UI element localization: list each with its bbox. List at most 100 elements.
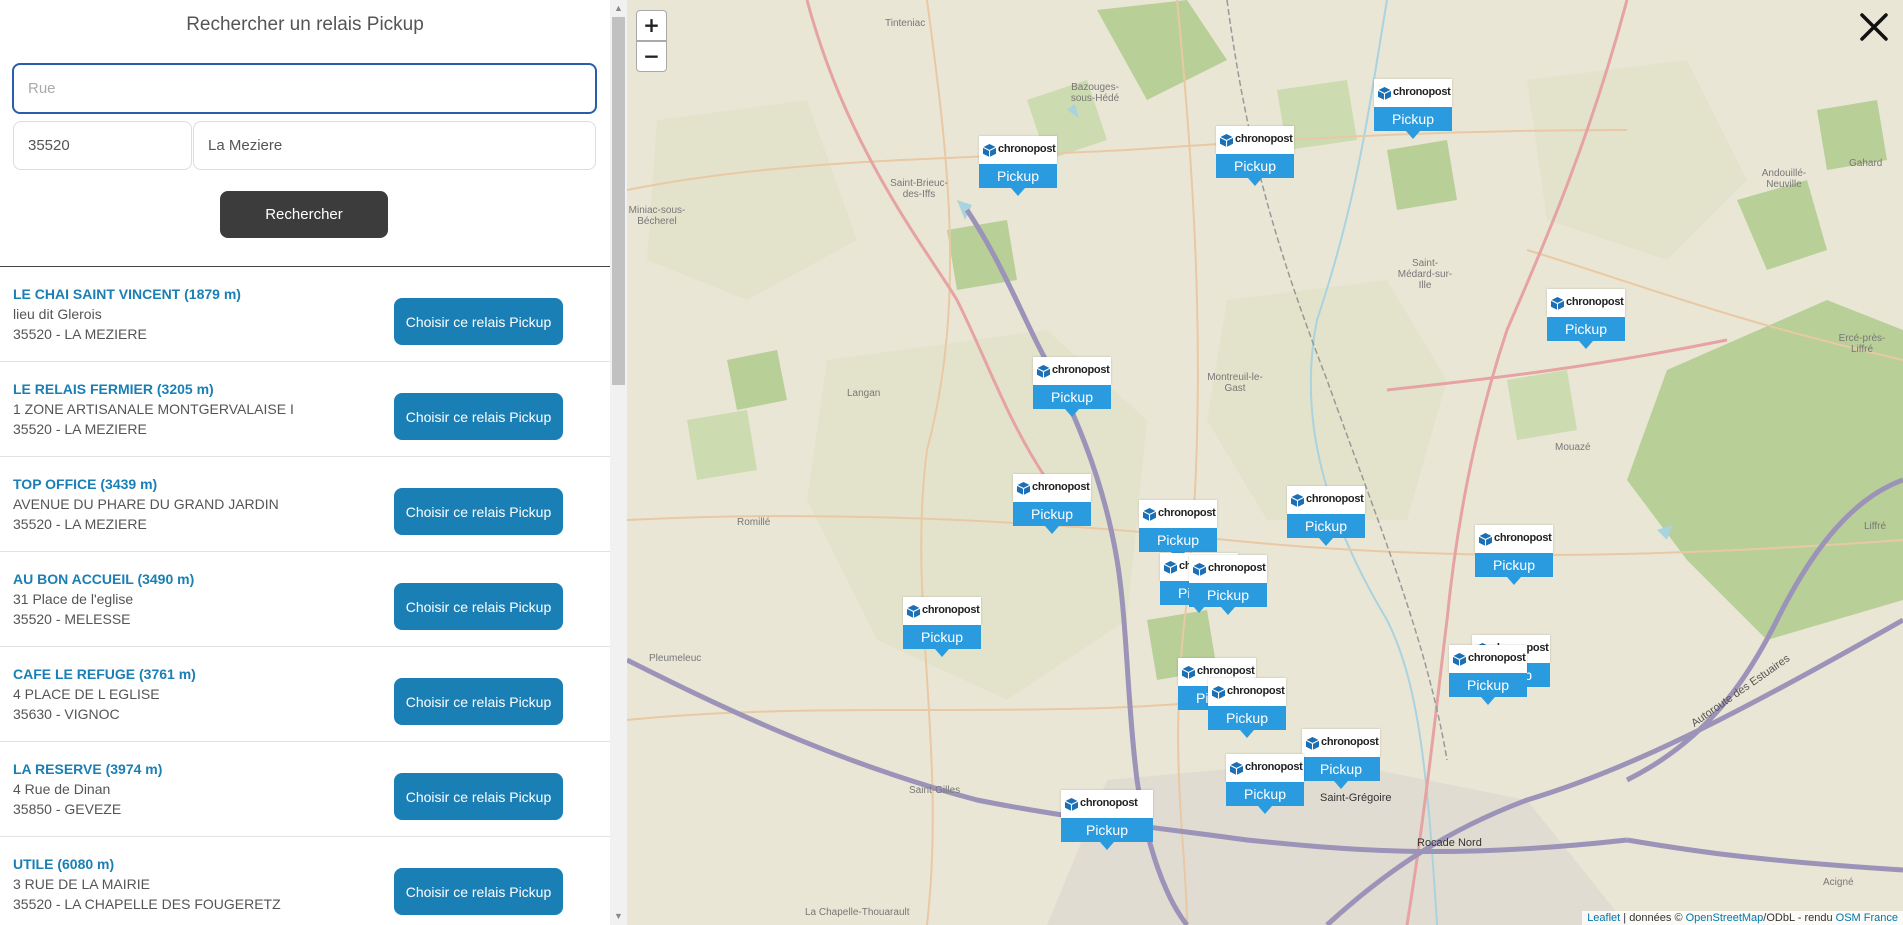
place-label: Andouillé-Neuville — [1761, 168, 1807, 190]
list-item: LE CHAI SAINT VINCENT (1879 m) lieu dit … — [0, 267, 610, 362]
pickup-marker[interactable]: chronopost Pickup — [1208, 678, 1286, 750]
cube-icon — [1212, 686, 1225, 699]
list-item: LE RELAIS FERMIER (3205 m) 1 ZONE ARTISA… — [0, 362, 610, 457]
pickup-marker[interactable]: chronopost Pickup — [979, 136, 1057, 208]
relay-city: 35520 - LA MEZIERE — [13, 326, 147, 342]
cube-icon — [1230, 762, 1243, 775]
cube-icon — [1037, 365, 1050, 378]
pickup-marker[interactable]: chronopost Pickup — [1475, 525, 1553, 597]
choose-relay-button[interactable]: Choisir ce relais Pickup — [394, 488, 563, 535]
cube-icon — [1378, 87, 1391, 100]
pickup-marker[interactable]: chronopost Pickup — [1216, 126, 1294, 198]
place-label: Rocade Nord — [1417, 837, 1482, 849]
choose-relay-button[interactable]: Choisir ce relais Pickup — [394, 583, 563, 630]
pickup-marker[interactable]: chronopost Pickup — [1061, 790, 1153, 862]
city-input[interactable] — [193, 121, 596, 170]
cube-icon — [1551, 297, 1564, 310]
relay-name: CAFE LE REFUGE (3761 m) — [13, 666, 196, 682]
zoom-out-button[interactable]: − — [636, 41, 667, 72]
map[interactable]: Tinteniac Bazouges-sous-Hédé Saint-Brieu… — [627, 0, 1903, 925]
relay-city: 35520 - MELESSE — [13, 611, 131, 627]
relay-address: 1 ZONE ARTISANALE MONTGERVALAISE I — [13, 401, 294, 417]
relay-address: 4 PLACE DE L EGLISE — [13, 686, 160, 702]
relay-address: AVENUE DU PHARE DU GRAND JARDIN — [13, 496, 279, 512]
scrollbar[interactable]: ▲ ▼ — [610, 0, 627, 925]
pickup-marker[interactable]: chronopost Pickup — [1547, 289, 1625, 361]
relay-city: 35850 - GEVEZE — [13, 801, 122, 817]
pickup-marker[interactable]: chronopost Pickup — [1449, 645, 1527, 717]
zoom-in-button[interactable]: + — [636, 10, 667, 41]
list-item: CAFE LE REFUGE (3761 m) 4 PLACE DE L EGL… — [0, 647, 610, 742]
pickup-marker[interactable]: chronopost Pickup — [1033, 357, 1111, 429]
pickup-marker[interactable]: chronopost Pickup — [1302, 729, 1380, 801]
relay-name: LE CHAI SAINT VINCENT (1879 m) — [13, 286, 241, 302]
list-item: UTILE (6080 m) 3 RUE DE LA MAIRIE 35520 … — [0, 837, 610, 925]
results-list: LE CHAI SAINT VINCENT (1879 m) lieu dit … — [0, 267, 610, 925]
choose-relay-button[interactable]: Choisir ce relais Pickup — [394, 773, 563, 820]
place-label: Gahard — [1849, 158, 1883, 169]
list-item: TOP OFFICE (3439 m) AVENUE DU PHARE DU G… — [0, 457, 610, 552]
relay-city: 35630 - VIGNOC — [13, 706, 120, 722]
openstreetmap-link[interactable]: OpenStreetMap — [1686, 912, 1764, 924]
cube-icon — [907, 605, 920, 618]
place-label: Montreuil-le-Gast — [1207, 372, 1263, 394]
cube-icon — [983, 144, 996, 157]
pickup-marker[interactable]: chronopost Pickup — [1226, 754, 1304, 826]
place-label: Miniac-sous-Bécherel — [628, 205, 686, 227]
scroll-thumb[interactable] — [612, 17, 625, 385]
place-label: Mouazé — [1555, 442, 1591, 453]
place-label: Langan — [847, 388, 881, 399]
pickup-marker[interactable]: chronopost Pickup — [1287, 486, 1365, 558]
pickup-marker[interactable]: chronopost Pickup — [1189, 555, 1267, 627]
choose-relay-button[interactable]: Choisir ce relais Pickup — [394, 868, 563, 915]
place-label: Tinteniac — [885, 18, 926, 29]
search-button[interactable]: Rechercher — [220, 191, 388, 238]
relay-name: TOP OFFICE (3439 m) — [13, 476, 158, 492]
search-panel: Rechercher un relais Pickup Rechercher L… — [0, 0, 610, 925]
place-label: Liffré — [1864, 521, 1887, 532]
place-label: Ercé-près-Liffré — [1838, 333, 1886, 355]
cube-icon — [1479, 533, 1492, 546]
relay-name: LA RESERVE (3974 m) — [13, 761, 163, 777]
cube-icon — [1143, 508, 1156, 521]
pickup-marker[interactable]: chronopost Pickup — [1374, 79, 1452, 151]
pickup-marker[interactable]: chronopost Pickup — [1013, 474, 1091, 546]
relay-city: 35520 - LA MEZIERE — [13, 516, 147, 532]
cube-icon — [1193, 563, 1206, 576]
scroll-up-arrow-icon[interactable]: ▲ — [610, 0, 627, 17]
zip-input[interactable] — [13, 121, 192, 170]
street-input[interactable] — [12, 63, 597, 114]
close-icon[interactable] — [1855, 8, 1893, 46]
relay-address: 4 Rue de Dinan — [13, 781, 111, 797]
relay-city: 35520 - LA CHAPELLE DES FOUGERETZ — [13, 896, 281, 912]
relay-address: 3 RUE DE LA MAIRIE — [13, 876, 150, 892]
relay-name: UTILE (6080 m) — [13, 856, 115, 872]
place-label: Pleumeleuc — [649, 653, 702, 664]
pickup-marker[interactable]: chronopost Pickup — [903, 597, 981, 669]
place-label: Saint-Gilles — [909, 785, 961, 796]
relay-name: LE RELAIS FERMIER (3205 m) — [13, 381, 214, 397]
place-label: Acigné — [1823, 877, 1854, 888]
choose-relay-button[interactable]: Choisir ce relais Pickup — [394, 678, 563, 725]
scroll-down-arrow-icon[interactable]: ▼ — [610, 908, 627, 925]
list-item: LA RESERVE (3974 m) 4 Rue de Dinan 35850… — [0, 742, 610, 837]
cube-icon — [1220, 134, 1233, 147]
place-label: Saint-Brieuc-des-Iffs — [890, 178, 948, 200]
osm-france-link[interactable]: OSM France — [1836, 912, 1898, 924]
choose-relay-button[interactable]: Choisir ce relais Pickup — [394, 393, 563, 440]
panel-title: Rechercher un relais Pickup — [186, 14, 424, 35]
cube-icon — [1065, 798, 1078, 811]
place-label: La Chapelle-Thouarault — [805, 907, 910, 918]
list-item: AU BON ACCUEIL (3490 m) 31 Place de l'eg… — [0, 552, 610, 647]
leaflet-link[interactable]: Leaflet — [1587, 912, 1620, 924]
cube-icon — [1306, 737, 1319, 750]
cube-icon — [1164, 561, 1177, 574]
choose-relay-button[interactable]: Choisir ce relais Pickup — [394, 298, 563, 345]
relay-city: 35520 - LA MEZIERE — [13, 421, 147, 437]
place-label: Romillé — [737, 517, 771, 528]
map-attribution: Leaflet | données © OpenStreetMap/ODbL -… — [1582, 911, 1903, 925]
cube-icon — [1291, 494, 1304, 507]
relay-address: lieu dit Glerois — [13, 306, 102, 322]
place-label: Bazouges-sous-Hédé — [1070, 82, 1120, 104]
relay-name: AU BON ACCUEIL (3490 m) — [13, 571, 195, 587]
